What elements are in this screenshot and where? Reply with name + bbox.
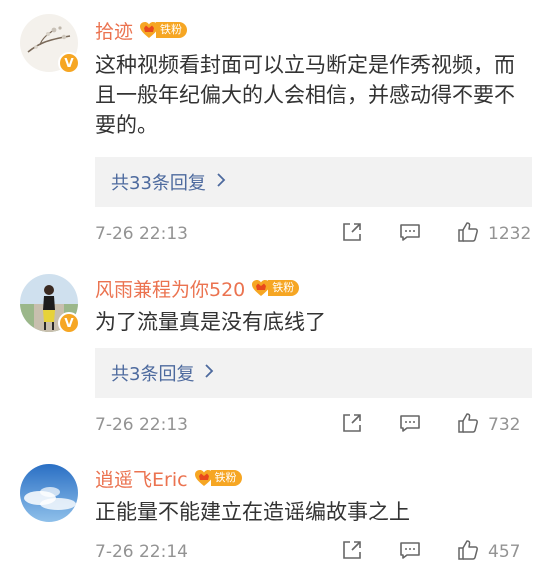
fan-badge: 铁粉: [251, 278, 300, 298]
comment-item: V 风雨兼程为你520 铁粉 为了流量真是没有底线了 共3条回复 7-26 22…: [0, 260, 550, 450]
view-replies-button[interactable]: 共3条回复: [95, 348, 532, 398]
fan-label: 铁粉: [210, 470, 242, 486]
timestamp: 7-26 22:14: [95, 542, 188, 562]
action-bar: 1232: [340, 220, 532, 248]
thumbs-up-icon[interactable]: [456, 538, 480, 566]
like-count: 457: [488, 542, 521, 562]
comment-item: 逍遥飞Eric 铁粉 正能量不能建立在造谣编故事之上 7-26 22:14 45…: [0, 450, 550, 586]
comment-text: 这种视频看封面可以立马断定是作秀视频，而且一般年纪偏大的人会相信，并感动得不要不…: [95, 53, 515, 137]
view-replies-button[interactable]: 共33条回复: [95, 157, 532, 207]
thumbs-up-icon[interactable]: [456, 411, 480, 439]
comment-text: 为了流量真是没有底线了: [95, 310, 326, 334]
chevron-right-icon: [204, 363, 214, 384]
username[interactable]: 风雨兼程为你520: [95, 275, 245, 302]
timestamp: 7-26 22:13: [95, 224, 188, 244]
comment-item: V 拾迹 铁粉 这种视频看封面可以立马断定是作秀视频，而且一般年纪偏大的人会相信…: [0, 0, 550, 260]
fan-label: 铁粉: [156, 22, 188, 38]
fan-badge: 铁粉: [194, 468, 242, 488]
replies-label: 共3条回复: [111, 364, 195, 385]
comment-footer: 7-26 22:13 732: [95, 411, 532, 439]
fan-badge: 铁粉: [139, 20, 188, 40]
comment-icon[interactable]: [398, 220, 422, 248]
timestamp: 7-26 22:13: [95, 415, 188, 435]
action-bar: 457: [340, 538, 532, 566]
comment-footer: 7-26 22:13 1232: [95, 220, 532, 248]
like-count: 1232: [488, 224, 532, 244]
name-row: 拾迹 铁粉: [95, 16, 188, 44]
name-row: 风雨兼程为你520 铁粉: [95, 274, 300, 302]
avatar-image: [20, 464, 78, 522]
action-bar: 732: [340, 411, 532, 439]
replies-label: 共33条回复: [111, 173, 206, 194]
username[interactable]: 逍遥飞Eric: [95, 465, 188, 492]
name-row: 逍遥飞Eric 铁粉: [95, 464, 242, 492]
verified-badge-icon: V: [58, 312, 80, 334]
chevron-right-icon: [216, 172, 226, 193]
verified-badge-icon: V: [58, 52, 80, 74]
avatar[interactable]: V: [20, 274, 80, 334]
comment-icon[interactable]: [398, 411, 422, 439]
fan-label: 铁粉: [268, 280, 300, 296]
comment-footer: 7-26 22:14 457: [95, 538, 532, 566]
share-icon[interactable]: [340, 220, 364, 248]
username[interactable]: 拾迹: [95, 17, 133, 44]
comment-icon[interactable]: [398, 538, 422, 566]
comment-text: 正能量不能建立在造谣编故事之上: [95, 500, 410, 524]
like-count: 732: [488, 415, 521, 435]
avatar[interactable]: [20, 464, 78, 522]
avatar[interactable]: V: [20, 14, 80, 74]
share-icon[interactable]: [340, 411, 364, 439]
thumbs-up-icon[interactable]: [456, 220, 480, 248]
share-icon[interactable]: [340, 538, 364, 566]
